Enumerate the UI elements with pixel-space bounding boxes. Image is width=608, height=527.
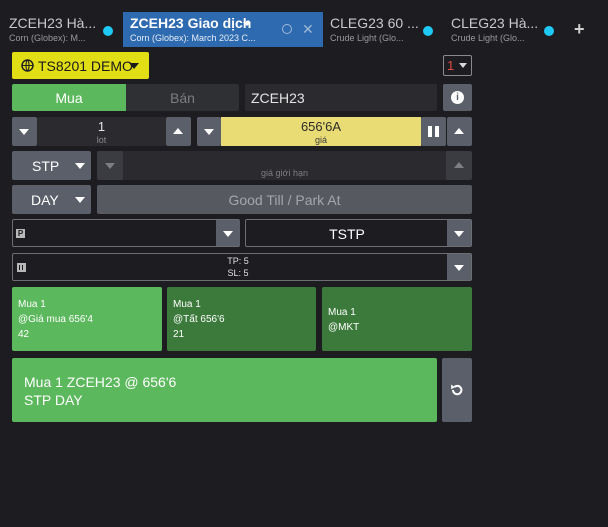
sell-label: Bán bbox=[170, 90, 195, 106]
quick-order-line1: Mua 1 bbox=[328, 307, 356, 318]
chevron-down-icon bbox=[75, 197, 85, 203]
tab-cleg23-trade[interactable]: CLEG23 Hà... Crude Light (Glo... bbox=[451, 12, 539, 47]
order-type-value: STP bbox=[32, 158, 60, 174]
tab-status-dot bbox=[103, 26, 113, 36]
tab-subtitle: Crude Light (Glo... bbox=[330, 33, 404, 43]
tab-link-icon[interactable] bbox=[282, 24, 292, 34]
chevron-down-icon bbox=[105, 163, 115, 169]
bracket-mode-select[interactable]: TSTP bbox=[245, 219, 472, 247]
limit-decrease-button[interactable] bbox=[97, 151, 123, 180]
price-decrease-button[interactable] bbox=[197, 117, 221, 146]
tp-value: TP: 5 bbox=[227, 256, 249, 266]
quantity-value: 1 bbox=[97, 119, 106, 134]
quick-buy-bid-button[interactable]: Mua 1 @Giá mua 656'4 42 bbox=[12, 287, 162, 351]
price-label: giá bbox=[314, 135, 327, 145]
tab-close-icon[interactable]: ✕ bbox=[302, 21, 314, 38]
globe-icon bbox=[21, 59, 34, 72]
add-tab-icon[interactable]: + bbox=[574, 19, 585, 40]
account-selector[interactable]: TS8201 DEMO bbox=[12, 52, 149, 79]
chevron-up-icon bbox=[173, 128, 183, 134]
tab-title: ZCEH23 Hà... bbox=[9, 15, 97, 31]
tab-status-dot bbox=[423, 26, 433, 36]
price-input[interactable]: 656'6A giá bbox=[221, 117, 421, 146]
tab-title: ZCEH23 Giao dịch bbox=[130, 15, 252, 31]
submit-order-button[interactable]: Mua 1 ZCEH23 @ 656'6 STP DAY bbox=[12, 358, 437, 422]
tab-bar: ZCEH23 Hà... Corn (Globex): M... ZCEH23 … bbox=[0, 0, 608, 48]
limit-price-placeholder: giá giới hạn bbox=[261, 168, 308, 178]
tab-zceh23-trade[interactable]: ZCEH23 Giao dịch Corn (Globex): March 20… bbox=[123, 12, 323, 47]
symbol-value: ZCEH23 bbox=[251, 90, 305, 106]
quick-order-line3: 21 bbox=[173, 329, 185, 340]
chevron-down-icon bbox=[459, 63, 467, 68]
tab-dropdown-icon[interactable] bbox=[243, 22, 251, 26]
submit-line2: STP DAY bbox=[24, 392, 83, 408]
chevron-up-icon bbox=[454, 162, 464, 168]
tab-status-dot bbox=[544, 26, 554, 36]
quick-order-line1: Mua 1 bbox=[18, 299, 46, 310]
quick-order-line2: @Giá mua 656'4 bbox=[18, 314, 93, 325]
tab-zceh23-chart[interactable]: ZCEH23 Hà... Corn (Globex): M... bbox=[9, 12, 101, 47]
price-value: 656'6A bbox=[300, 119, 342, 134]
quick-order-line2: @MKT bbox=[328, 322, 360, 333]
good-till-label: Good Till / Park At bbox=[228, 192, 341, 208]
order-type-select[interactable]: STP bbox=[12, 151, 91, 180]
quick-order-line2: @Tất 656'6 bbox=[173, 314, 225, 325]
tab-subtitle: Crude Light (Glo... bbox=[451, 33, 525, 43]
park-select[interactable]: P bbox=[12, 219, 240, 247]
chevron-down-icon bbox=[129, 63, 139, 69]
quick-buy-last-button[interactable]: Mua 1 @Tất 656'6 21 bbox=[167, 287, 316, 351]
tab-title: CLEG23 Hà... bbox=[451, 15, 539, 31]
chevron-down-icon bbox=[223, 231, 233, 237]
duration-value: DAY bbox=[31, 192, 59, 208]
submit-line1: Mua 1 ZCEH23 @ 656'6 bbox=[24, 374, 177, 390]
tab-subtitle: Corn (Globex): March 2023 C... bbox=[130, 33, 256, 43]
duration-select[interactable]: DAY bbox=[12, 185, 91, 214]
buy-label: Mua bbox=[55, 90, 83, 106]
quantity-stepper[interactable]: 1 lot bbox=[37, 117, 166, 146]
good-till-button[interactable]: Good Till / Park At bbox=[97, 185, 472, 214]
tab-title: CLEG23 60 ... bbox=[330, 15, 419, 31]
order-ticket-app: ZCEH23 Hà... Corn (Globex): M... ZCEH23 … bbox=[0, 0, 608, 527]
chevron-down-icon bbox=[19, 129, 29, 135]
quick-order-line3: 42 bbox=[18, 329, 30, 340]
limit-increase-button[interactable] bbox=[446, 151, 472, 180]
pause-icon bbox=[435, 126, 439, 137]
pause-icon bbox=[428, 126, 432, 137]
sl-value: SL: 5 bbox=[227, 268, 249, 278]
info-icon: i bbox=[451, 91, 464, 104]
quantity-increase-button[interactable] bbox=[166, 117, 191, 146]
park-icon: P bbox=[16, 229, 25, 238]
counter-value: 1 bbox=[447, 58, 455, 73]
counter-select[interactable]: 1 bbox=[443, 55, 472, 76]
account-label: TS8201 DEMO bbox=[38, 58, 133, 74]
limit-price-input[interactable]: giá giới hạn bbox=[123, 151, 446, 180]
bracket-dropdown-button[interactable] bbox=[447, 220, 471, 246]
sell-button[interactable]: Bán bbox=[126, 84, 239, 111]
tab-cleg23-chart[interactable]: CLEG23 60 ... Crude Light (Glo... bbox=[330, 12, 422, 47]
quantity-unit: lot bbox=[96, 135, 107, 145]
chevron-down-icon bbox=[454, 265, 464, 271]
buy-button[interactable]: Mua bbox=[12, 84, 126, 111]
tab-subtitle: Corn (Globex): M... bbox=[9, 33, 86, 43]
tp-sl-dropdown-button[interactable] bbox=[447, 254, 471, 280]
chevron-down-icon bbox=[204, 129, 214, 135]
chevron-up-icon bbox=[454, 128, 464, 134]
quick-order-line1: Mua 1 bbox=[173, 299, 201, 310]
bracket-mode-value: TSTP bbox=[329, 226, 365, 242]
quantity-decrease-button[interactable] bbox=[12, 117, 37, 146]
price-increase-button[interactable] bbox=[447, 117, 472, 146]
quick-buy-market-button[interactable]: Mua 1 @MKT bbox=[322, 287, 472, 351]
chevron-down-icon bbox=[75, 163, 85, 169]
tp-sl-select[interactable]: TP: 5 SL: 5 bbox=[12, 253, 472, 281]
info-button[interactable]: i bbox=[443, 84, 472, 111]
reset-button[interactable] bbox=[442, 358, 472, 422]
undo-icon bbox=[451, 384, 463, 396]
park-dropdown-button[interactable] bbox=[216, 220, 240, 246]
chevron-down-icon bbox=[454, 231, 464, 237]
symbol-input[interactable]: ZCEH23 bbox=[245, 84, 437, 111]
pause-button[interactable] bbox=[421, 117, 446, 146]
